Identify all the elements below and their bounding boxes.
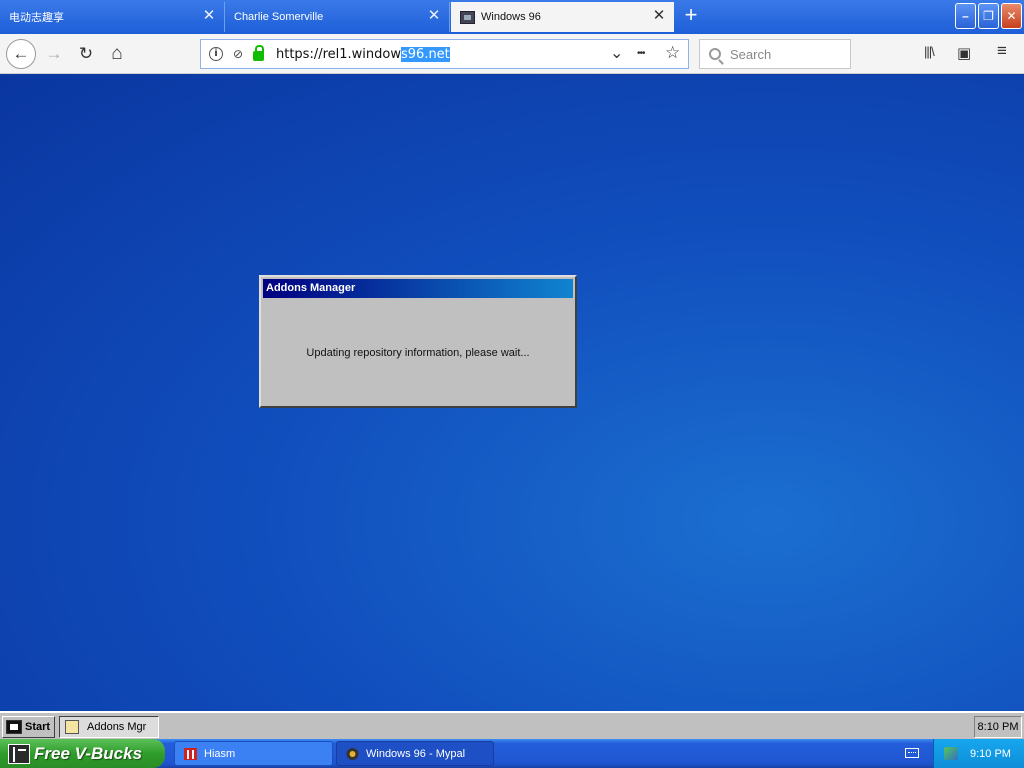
xp-start-label: Free V-Bucks (34, 743, 143, 763)
minimize-button[interactable]: – (955, 3, 976, 29)
win96-task-label: Addons Mgr (87, 721, 147, 733)
xp-start-icon (8, 743, 30, 764)
win96-start-label: Start (25, 721, 51, 733)
new-tab-button[interactable]: + (680, 4, 702, 28)
network-icon[interactable] (944, 747, 958, 760)
xp-start-button[interactable]: Free V-Bucks (0, 739, 165, 768)
url-prefix: https://rel1.window (276, 46, 401, 62)
xp-taskbar: Free V-Bucks Hiasm Windows 96 - Mypal 9:… (0, 739, 1024, 768)
tab-2-title: Charlie Somerville (234, 11, 324, 23)
win96-task-addons-mgr[interactable]: Addons Mgr (59, 716, 159, 738)
hiasm-icon (184, 747, 197, 760)
dialog-message: Updating repository information, please … (306, 347, 530, 359)
reload-button[interactable]: ↻ (71, 39, 101, 69)
sidebar-icon[interactable]: ▣ (957, 44, 971, 64)
bookmark-star-icon[interactable]: ☆ (665, 43, 680, 63)
win96-logo-icon (6, 720, 22, 734)
xp-task-label: Windows 96 - Mypal (366, 747, 466, 760)
xp-clock: 9:10 PM (970, 747, 1011, 760)
keyboard-icon[interactable] (905, 748, 919, 758)
tab-3-title: Windows 96 (481, 11, 541, 23)
tab-3-close-icon[interactable]: ✕ (652, 8, 666, 23)
xp-system-tray: 9:10 PM (933, 739, 1024, 768)
mypal-icon (346, 747, 359, 760)
url-text[interactable]: https://rel1.windows96.net (276, 46, 450, 62)
win96-taskbar: Start Addons Mgr 8:10 PM (0, 711, 1024, 739)
addons-mgr-icon (65, 720, 79, 734)
library-icon[interactable]: |||\ (924, 44, 935, 64)
tab-1[interactable]: 电动志趣享 ✕ (0, 2, 225, 32)
url-bar[interactable]: i ⊘ https://rel1.windows96.net ⌄ ••• ☆ (200, 39, 689, 69)
tracking-protection-icon[interactable]: ⊘ (229, 45, 247, 63)
dialog-title[interactable]: Addons Manager (263, 279, 573, 298)
addons-manager-dialog: Addons Manager Updating repository infor… (259, 275, 577, 408)
home-button[interactable]: ⌂ (102, 39, 132, 69)
tab-1-close-icon[interactable]: ✕ (202, 8, 216, 23)
browser-tab-strip: 电动志趣享 ✕ Charlie Somerville ✕ Windows 96 … (0, 0, 1024, 34)
tab-2-close-icon[interactable]: ✕ (427, 8, 441, 23)
info-icon[interactable]: i (209, 47, 223, 61)
menu-icon[interactable]: ≡ (997, 41, 1007, 61)
page-actions-icon[interactable]: ••• (637, 48, 645, 59)
tab-2[interactable]: Charlie Somerville ✕ (225, 2, 450, 32)
maximize-button[interactable]: ❐ (978, 3, 999, 29)
close-window-button[interactable]: ✕ (1001, 3, 1022, 29)
forward-button[interactable]: → (39, 39, 69, 69)
win96-start-button[interactable]: Start (2, 716, 55, 738)
xp-task-label: Hiasm (204, 747, 236, 760)
search-placeholder: Search (730, 46, 772, 62)
tab-1-title: 电动志趣享 (9, 12, 64, 24)
search-input[interactable]: Search (699, 39, 851, 69)
win96-favicon-icon (460, 10, 475, 24)
url-dropdown-icon[interactable]: ⌄ (610, 43, 623, 63)
xp-task-hiasm[interactable]: Hiasm (174, 741, 333, 766)
win96-clock: 8:10 PM (974, 716, 1022, 738)
tab-3-active[interactable]: Windows 96 ✕ (451, 2, 674, 32)
xp-task-mypal[interactable]: Windows 96 - Mypal (336, 741, 494, 766)
back-button[interactable]: ← (6, 39, 36, 69)
url-selection: s96.net (401, 46, 450, 62)
navigation-bar: ← → ↻ ⌂ i ⊘ https://rel1.windows96.net ⌄… (0, 34, 1024, 74)
lock-icon[interactable] (253, 45, 264, 61)
search-icon (709, 48, 721, 60)
